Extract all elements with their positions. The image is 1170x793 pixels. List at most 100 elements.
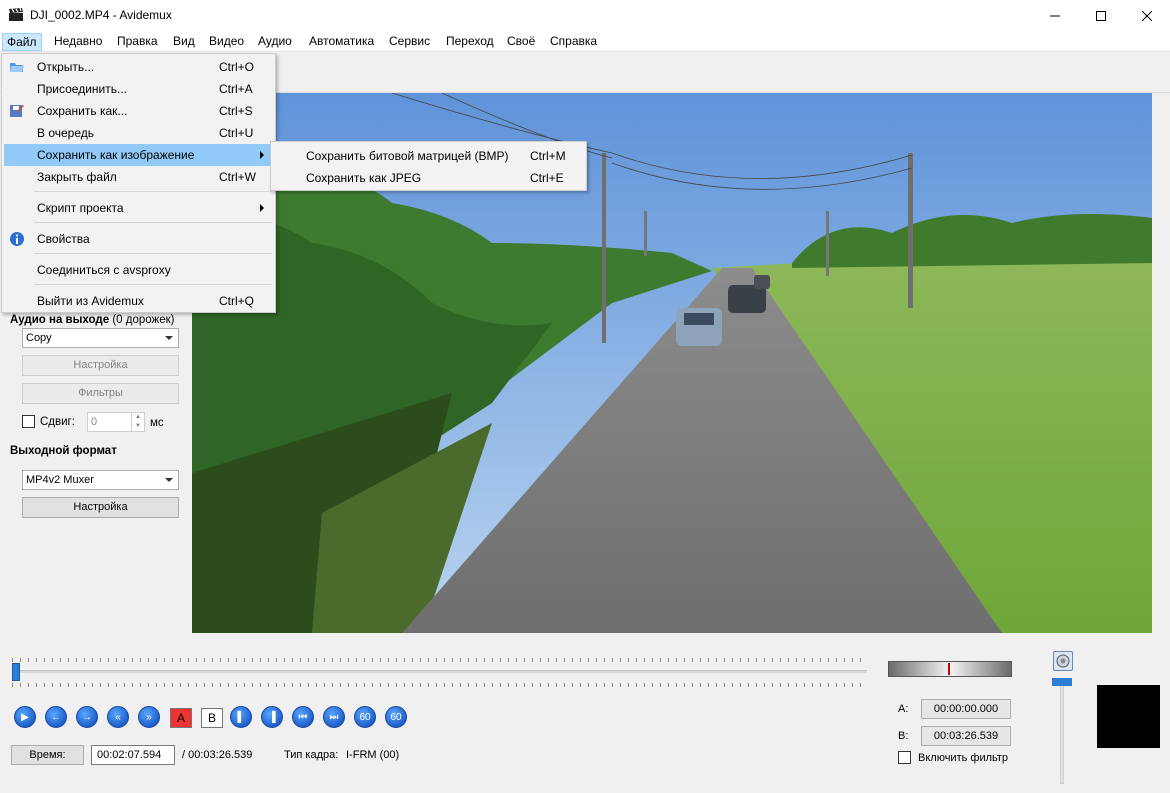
menu-separator xyxy=(34,253,272,254)
menu-tools[interactable]: Сервис xyxy=(385,33,434,51)
volume-icon[interactable] xyxy=(1053,651,1073,671)
spin-arrows-icon[interactable]: ▲ ▼ xyxy=(131,413,144,431)
menu-save-jpeg[interactable]: Сохранить как JPEG Ctrl+E xyxy=(273,167,586,189)
menu-save-as[interactable]: Сохранить как... Ctrl+S xyxy=(4,100,273,122)
save-icon xyxy=(10,105,24,117)
current-time-field[interactable]: 00:02:07.594 xyxy=(91,745,175,765)
output-format-select[interactable]: MP4v2 Muxer xyxy=(22,470,179,490)
marker-b-label: B: xyxy=(898,730,909,742)
previous-keyframe-button[interactable]: « xyxy=(107,706,129,728)
menu-exit-shortcut: Ctrl+Q xyxy=(219,294,255,308)
frame-type-label: Тип кадра: xyxy=(284,749,339,761)
window-title: DJI_0002.MP4 - Avidemux xyxy=(30,8,172,22)
menu-recent[interactable]: Недавно xyxy=(50,33,106,51)
set-marker-a-button[interactable]: A xyxy=(170,708,192,728)
timeline-slider[interactable] xyxy=(12,655,867,691)
timeline-handle[interactable] xyxy=(12,663,20,681)
maximize-button[interactable] xyxy=(1078,0,1124,31)
shift-checkbox[interactable] xyxy=(22,415,35,428)
arrow-left-icon: ← xyxy=(51,711,61,723)
volume-handle[interactable] xyxy=(1052,678,1072,686)
goto-start-button[interactable]: ⏮ xyxy=(292,706,314,728)
marker-b-glyph: B xyxy=(207,711,216,725)
play-button[interactable]: ▶ xyxy=(14,706,36,728)
timeline-ticks-top xyxy=(12,658,867,662)
menu-append-label: Присоединить... xyxy=(37,82,128,96)
menu-help[interactable]: Справка xyxy=(546,33,601,51)
menu-close-file-label: Закрыть файл xyxy=(37,170,117,184)
menu-append-shortcut: Ctrl+A xyxy=(219,82,253,96)
menu-queue[interactable]: В очередь Ctrl+U xyxy=(4,122,273,144)
jog-shuttle[interactable] xyxy=(888,661,1012,677)
audio-codec-select[interactable]: Copy xyxy=(22,328,179,348)
close-button[interactable] xyxy=(1124,0,1170,31)
enable-filter-checkbox[interactable] xyxy=(898,751,911,764)
app-clapperboard-icon xyxy=(9,8,23,21)
rewind-icon: « xyxy=(115,711,121,723)
menu-edit[interactable]: Правка xyxy=(113,33,162,51)
goto-end-button[interactable]: ⏭ xyxy=(323,706,345,728)
back-60-icon: 60 xyxy=(359,711,371,723)
audio-track-count: (0 дорожек) xyxy=(112,314,175,326)
timeline-ticks-bottom xyxy=(12,683,867,687)
marker-a-glyph: A xyxy=(176,711,185,725)
menu-open-shortcut: Ctrl+O xyxy=(219,60,255,74)
previous-frame-button[interactable]: ← xyxy=(45,706,67,728)
forward-60-button[interactable]: 60 xyxy=(385,706,407,728)
menu-avsproxy-label: Соединиться с avsproxy xyxy=(37,263,171,277)
goto-marker-b-button[interactable]: ▐ xyxy=(261,706,283,728)
menu-file[interactable]: Файл xyxy=(2,33,42,51)
shift-label: Сдвиг: xyxy=(40,416,75,428)
minimize-button[interactable] xyxy=(1032,0,1078,31)
menu-save-as-shortcut: Ctrl+S xyxy=(219,104,253,118)
enable-filter-label: Включить фильтр xyxy=(918,752,1009,764)
fast-forward-icon: » xyxy=(146,711,152,723)
menu-queue-shortcut: Ctrl+U xyxy=(219,126,254,140)
menu-close-file[interactable]: Закрыть файл Ctrl+W xyxy=(4,166,273,188)
file-menu-dropdown: Открыть... Ctrl+O Присоединить... Ctrl+A… xyxy=(1,53,276,313)
minimize-icon xyxy=(1050,15,1060,16)
next-frame-button[interactable]: → xyxy=(76,706,98,728)
shift-spinbox[interactable]: 0 ▲ ▼ xyxy=(87,412,145,432)
total-time: / 00:03:26.539 xyxy=(182,749,253,761)
menu-properties-label: Свойства xyxy=(37,232,90,246)
output-config-button[interactable]: Настройка xyxy=(22,497,179,518)
menu-video[interactable]: Видео xyxy=(205,33,248,51)
submenu-arrow-icon xyxy=(260,151,264,159)
skip-start-icon: ⏮ xyxy=(298,711,308,723)
menu-separator xyxy=(34,222,272,223)
menu-save-bmp[interactable]: Сохранить битовой матрицей (BMP) Ctrl+M xyxy=(273,145,586,167)
set-marker-b-button[interactable]: B xyxy=(201,708,223,728)
menu-append[interactable]: Присоединить... Ctrl+A xyxy=(4,78,273,100)
open-folder-icon xyxy=(10,63,24,72)
menu-exit-label: Выйти из Avidemux xyxy=(37,294,144,308)
menu-exit[interactable]: Выйти из Avidemux Ctrl+Q xyxy=(4,290,273,312)
menu-custom[interactable]: Своё xyxy=(503,33,539,51)
back-60-button[interactable]: 60 xyxy=(354,706,376,728)
skip-to-a-icon: ▌ xyxy=(237,711,245,723)
menu-save-as-image[interactable]: Сохранить как изображение xyxy=(4,144,273,166)
menu-view[interactable]: Вид xyxy=(169,33,199,51)
info-icon xyxy=(10,232,24,246)
output-preview xyxy=(1097,685,1160,748)
marker-a-time-button[interactable]: 00:00:00.000 xyxy=(921,699,1011,719)
goto-marker-a-button[interactable]: ▌ xyxy=(230,706,252,728)
next-keyframe-button[interactable]: » xyxy=(138,706,160,728)
menu-go[interactable]: Переход xyxy=(442,33,498,51)
frame-type-value: I-FRM (00) xyxy=(346,749,400,761)
menu-separator xyxy=(34,191,272,192)
menu-project-script[interactable]: Скрипт проекта xyxy=(4,197,273,219)
menu-auto[interactable]: Автоматика xyxy=(305,33,378,51)
volume-slider[interactable] xyxy=(1060,680,1064,784)
close-icon xyxy=(1142,10,1152,21)
menu-avsproxy[interactable]: Соединиться с avsproxy xyxy=(4,259,273,281)
marker-b-time-button[interactable]: 00:03:26.539 xyxy=(921,726,1011,746)
menu-audio[interactable]: Аудио xyxy=(254,33,296,51)
menu-properties[interactable]: Свойства xyxy=(4,228,273,250)
audio-filters-button[interactable]: Фильтры xyxy=(22,383,179,404)
skip-end-icon: ⏭ xyxy=(329,711,339,723)
time-button[interactable]: Время: xyxy=(11,745,84,765)
shift-value: 0 xyxy=(91,416,98,428)
audio-config-button[interactable]: Настройка xyxy=(22,355,179,376)
menu-open[interactable]: Открыть... Ctrl+O xyxy=(4,56,273,78)
